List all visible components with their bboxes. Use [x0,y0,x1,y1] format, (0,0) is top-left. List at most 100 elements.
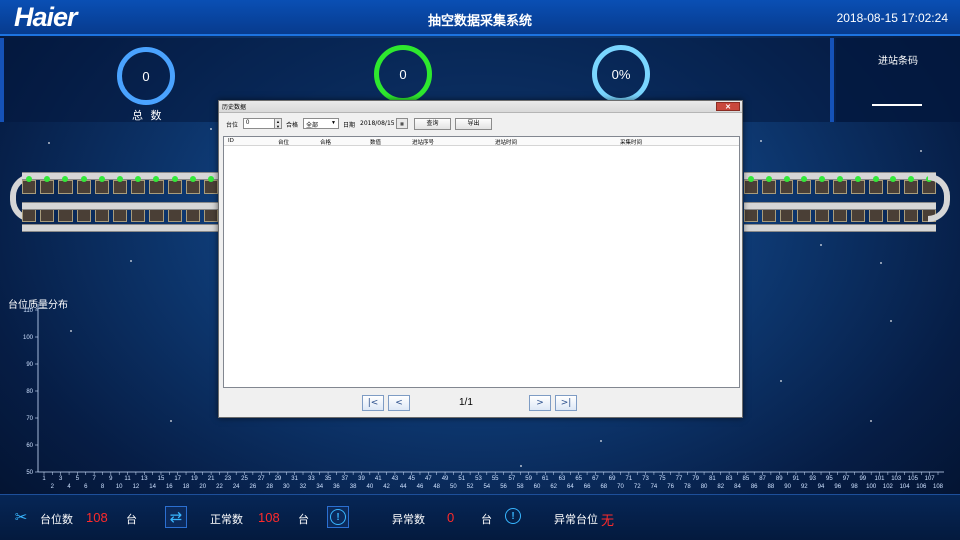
x-tick-label: 90 [784,484,791,490]
column-header[interactable]: 进站时间 [495,138,517,146]
x-tick-label: 1 [42,476,46,482]
conveyor-station[interactable] [167,176,182,194]
x-tick-label: 52 [467,484,474,490]
abnormal-station-label: 异常台位 [554,513,598,526]
x-tick-label: 83 [726,476,733,482]
alert-icon: ! [505,508,521,524]
conveyor-station[interactable] [149,204,164,222]
conveyor-station[interactable] [94,204,109,222]
conveyor-station[interactable] [22,176,37,194]
x-tick-label: 24 [233,484,240,490]
conveyor-station[interactable] [797,204,812,222]
x-tick-label: 103 [891,476,902,482]
conveyor-station[interactable] [797,176,812,194]
conveyor-station[interactable] [203,204,219,222]
conveyor-station[interactable] [886,176,901,194]
x-tick-label: 99 [859,476,866,482]
x-tick-label: 84 [734,484,741,490]
calendar-icon[interactable]: ▦ [396,118,408,129]
query-button[interactable]: 查询 [414,118,451,130]
conveyor-station[interactable] [868,204,883,222]
x-tick-label: 38 [350,484,357,490]
conveyor-station[interactable] [850,204,865,222]
x-tick-label: 58 [517,484,524,490]
x-tick-label: 42 [383,484,390,490]
conveyor-station[interactable] [40,204,55,222]
conveyor-station[interactable] [131,204,146,222]
conveyor-station[interactable] [850,176,865,194]
conveyor-station[interactable] [779,176,794,194]
conveyor-station[interactable] [868,176,883,194]
conveyor-station[interactable] [744,204,758,222]
conveyor-station[interactable] [112,204,128,222]
prev-page-button[interactable]: < [388,395,410,411]
x-tick-label: 108 [933,484,944,490]
alert-icon: ! [327,506,349,528]
column-header[interactable]: 进站序号 [412,138,434,146]
conveyor-station[interactable] [76,204,91,222]
pass-filter-select[interactable]: 全部 ▼ [303,118,339,129]
conveyor-station[interactable] [779,204,794,222]
first-page-button[interactable]: |< [362,395,384,411]
conveyor-station[interactable] [815,176,830,194]
conveyor-station[interactable] [744,176,758,194]
x-tick-label: 61 [542,476,549,482]
x-tick-label: 30 [283,484,290,490]
abnormal-station-value: 无 [601,513,615,528]
conveyor-station[interactable] [833,204,847,222]
column-header[interactable]: 台位 [278,138,289,146]
conveyor-station[interactable] [904,204,919,222]
x-tick-label: 25 [241,476,248,482]
conveyor-station[interactable] [815,204,830,222]
history-data-grid[interactable]: ID 台位 合格 数值 进站序号 进站时间 采集时间 [223,136,740,388]
x-tick-label: 23 [224,476,231,482]
conveyor-track [744,224,936,232]
close-button[interactable]: ✕ [716,102,740,111]
barcode-panel: 进站条码 [836,38,960,122]
column-header[interactable]: 采集时间 [620,138,642,146]
x-tick-label: 22 [216,484,223,490]
normal-value: 108 [258,510,280,525]
station-filter-input[interactable]: 0 [243,118,275,129]
conveyor-station[interactable] [131,176,146,194]
conveyor-station[interactable] [886,204,901,222]
x-tick-label: 12 [133,484,140,490]
conveyor-station[interactable] [167,204,182,222]
station-spinner[interactable]: ▲ ▼ [274,118,282,129]
conveyor-station[interactable] [149,176,164,194]
column-header[interactable]: ID [228,138,234,144]
export-button[interactable]: 导出 [455,118,492,130]
date-filter-value[interactable]: 2018/08/15 [360,120,395,127]
dialog-titlebar[interactable]: 历史数据 ✕ [219,101,742,113]
last-page-button[interactable]: >| [555,395,577,411]
x-tick-label: 67 [592,476,599,482]
conveyor-station[interactable] [185,176,200,194]
conveyor-station[interactable] [761,204,776,222]
x-tick-label: 26 [250,484,257,490]
conveyor-station[interactable] [58,204,73,222]
conveyor-station[interactable] [94,176,109,194]
conveyor-station[interactable] [203,176,219,194]
column-header[interactable]: 数值 [370,138,381,146]
conveyor-station[interactable] [76,176,91,194]
conveyor-station[interactable] [904,176,919,194]
x-tick-label: 69 [609,476,616,482]
x-tick-label: 31 [291,476,298,482]
x-tick-label: 18 [183,484,190,490]
x-tick-label: 73 [642,476,649,482]
x-tick-label: 76 [667,484,674,490]
conveyor-track [744,202,936,210]
dialog-toolbar: 台位 0 ▲ ▼ 合格 全部 ▼ 日期 2018/08/15 ▦ 查询 导出 [219,115,742,133]
y-tick-label: 70 [26,416,33,422]
next-page-button[interactable]: > [529,395,551,411]
conveyor-station[interactable] [185,204,200,222]
conveyor-station[interactable] [22,204,37,222]
conveyor-station[interactable] [112,176,128,194]
column-header[interactable]: 合格 [320,138,331,146]
conveyor-station[interactable] [40,176,55,194]
x-tick-label: 16 [166,484,173,490]
conveyor-station[interactable] [833,176,847,194]
conveyor-station[interactable] [58,176,73,194]
conveyor-station[interactable] [761,176,776,194]
x-tick-label: 7 [92,476,96,482]
